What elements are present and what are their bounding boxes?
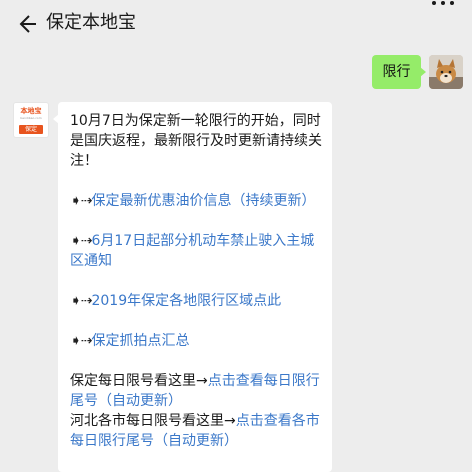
- dog-avatar-image: [429, 55, 463, 89]
- camera-points-link[interactable]: 保定抓拍点汇总: [91, 333, 189, 349]
- official-account-avatar[interactable]: 本地宝 bendibao.com 保定: [13, 102, 49, 138]
- list-item: ➧⇢保定最新优惠油价信息（持续更新）: [70, 191, 324, 211]
- list-item: ➧⇢2019年保定各地限行区域点此: [70, 291, 324, 311]
- list-item: ➧⇢保定抓拍点汇总: [70, 331, 324, 351]
- city-tag: 保定: [19, 125, 43, 134]
- bullet-icon: ➧⇢: [70, 293, 92, 309]
- brand-domain: bendibao.com: [20, 116, 42, 120]
- daily-restriction-line: 保定每日限号看这里→点击查看每日限行尾号（自动更新）: [70, 371, 324, 411]
- hebei-prefix: 河北各市每日限号看这里→: [70, 413, 236, 429]
- oil-price-link[interactable]: 保定最新优惠油价信息（持续更新）: [91, 193, 315, 209]
- page-title: 保定本地宝: [46, 12, 136, 33]
- top-bar: 保定本地宝: [0, 0, 472, 48]
- daily-prefix: 保定每日限号看这里→: [70, 373, 208, 389]
- brand-logo: 本地宝: [20, 107, 42, 115]
- hebei-restriction-line: 河北各市每日限号看这里→点击查看各市每日限行尾号（自动更新）: [70, 411, 324, 451]
- bullet-icon: ➧⇢: [70, 333, 92, 349]
- list-item: ➧⇢6月17日起部分机动车禁止驶入主城区通知: [70, 231, 324, 271]
- bullet-icon: ➧⇢: [70, 193, 92, 209]
- restricted-area-notice-link[interactable]: 6月17日起部分机动车禁止驶入主城区通知: [70, 233, 314, 269]
- user-avatar[interactable]: [429, 55, 463, 89]
- more-icon[interactable]: [428, 0, 458, 12]
- intro-text: 10月7日为保定新一轮限行的开始，同时是国庆返程，最新限行及时更新请持续关注！: [70, 113, 322, 169]
- user-message-bubble[interactable]: 限行: [372, 55, 426, 89]
- bullet-icon: ➧⇢: [70, 233, 92, 249]
- restriction-zones-link[interactable]: 2019年保定各地限行区域点此: [91, 293, 281, 309]
- back-arrow-icon[interactable]: [14, 11, 40, 37]
- reply-message-bubble: 10月7日为保定新一轮限行的开始，同时是国庆返程，最新限行及时更新请持续关注！ …: [53, 102, 332, 472]
